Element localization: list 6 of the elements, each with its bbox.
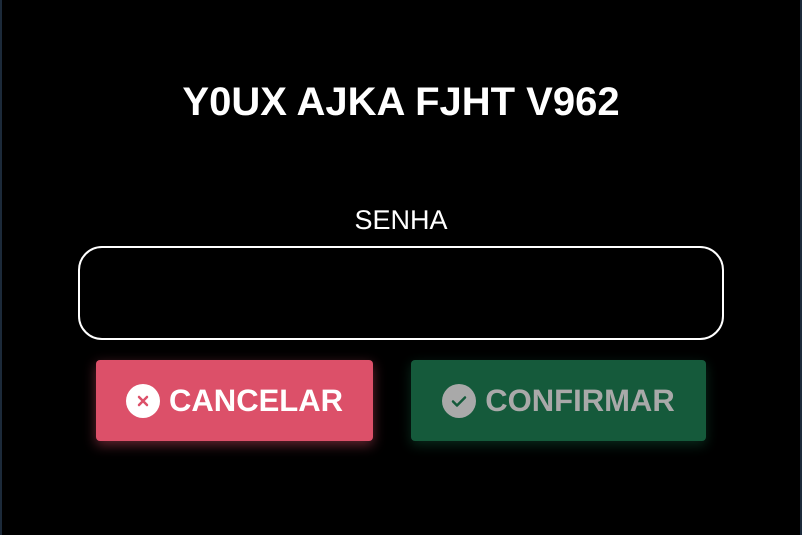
- password-field[interactable]: [78, 246, 724, 340]
- cancel-button[interactable]: CANCELAR: [96, 360, 373, 441]
- check-icon: [442, 384, 476, 418]
- dialog-title: Y0UX AJKA FJHT V962: [182, 79, 620, 126]
- close-icon: [126, 384, 160, 418]
- password-label: SENHA: [354, 204, 448, 236]
